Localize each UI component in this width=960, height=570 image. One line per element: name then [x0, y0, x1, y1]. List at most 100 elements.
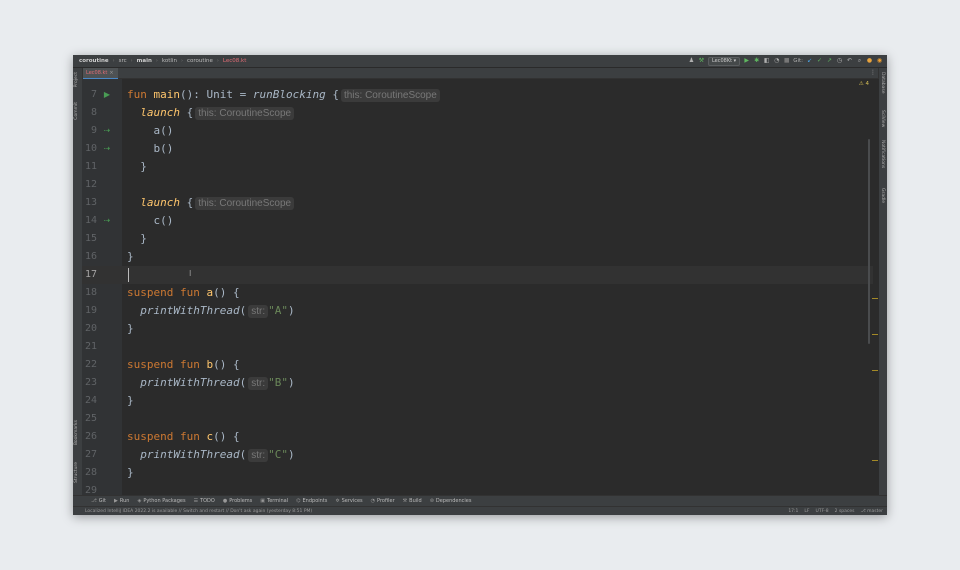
- line-separator[interactable]: LF: [804, 507, 809, 515]
- code-line[interactable]: 7 ▶ fun main(): Unit = runBlocking {this: …: [82, 86, 873, 104]
- indent-setting[interactable]: 2 spaces: [835, 507, 855, 515]
- tool-tab-project[interactable]: Project: [74, 72, 79, 87]
- build-hammer-icon[interactable]: ⚒: [698, 55, 705, 67]
- breadcrumb-item[interactable]: main: [136, 58, 153, 64]
- tool-tab-sciview[interactable]: SciView: [880, 110, 885, 127]
- code-text: b(): [127, 140, 173, 158]
- breadcrumb-item[interactable]: kotlin: [161, 58, 178, 64]
- error-stripe-mark[interactable]: [872, 298, 878, 299]
- profile-icon[interactable]: ◔: [773, 55, 780, 67]
- user-icon[interactable]: ♟: [688, 55, 695, 67]
- plugin-logo-icon[interactable]: ◉: [876, 55, 883, 67]
- tool-window-dependencies[interactable]: ⊜ Dependencies: [430, 498, 472, 504]
- code-line[interactable]: 27 printWithThread(str: "C"): [82, 446, 873, 464]
- status-message[interactable]: Localized IntelliJ IDEA 2022.2 is availa…: [85, 507, 312, 515]
- git-branch[interactable]: ⎇ master: [861, 507, 884, 515]
- dependencies-icon: ⊜: [429, 498, 434, 504]
- update-icon[interactable]: ●: [866, 55, 873, 67]
- code-line[interactable]: 15 }: [82, 230, 873, 248]
- code-line[interactable]: 10 ⇢ b(): [82, 140, 873, 158]
- code-line[interactable]: 12: [82, 176, 873, 194]
- close-icon[interactable]: ×: [109, 70, 113, 76]
- line-number: 28: [84, 467, 97, 478]
- code-line[interactable]: 28}: [82, 464, 873, 482]
- tab-lec08[interactable]: Lec08.kt ×: [82, 68, 118, 79]
- code-line[interactable]: 18 suspend fun a() {: [82, 284, 873, 302]
- code-line[interactable]: 20}: [82, 320, 873, 338]
- tool-window-endpoints[interactable]: ⌬ Endpoints: [296, 498, 327, 504]
- tool-tab-database[interactable]: Database: [880, 72, 885, 93]
- tool-window-todo[interactable]: ☰ TODO: [194, 498, 215, 504]
- breadcrumb-file[interactable]: Lec08.kt: [222, 58, 247, 64]
- status-widgets: 17:1 LF UTF-8 2 spaces ⎇ master: [788, 507, 883, 515]
- code-line[interactable]: 25: [82, 410, 873, 428]
- editor-scrollbar[interactable]: [868, 139, 870, 344]
- error-stripe-mark[interactable]: [872, 370, 878, 371]
- search-icon[interactable]: ⌕: [856, 55, 863, 67]
- code-line[interactable]: 13 launch {this: CoroutineScope: [82, 194, 873, 212]
- code-line[interactable]: 14 ⇢ c(): [82, 212, 873, 230]
- history-icon[interactable]: ◷: [836, 55, 843, 67]
- main-toolbar: ♟ ⚒ Lec08Kt ▾ ▶ ✱ ◧ ◔ ■ Git: ↙ ✓ ↗ ◷ ↶ ⌕…: [688, 55, 883, 67]
- tool-window-profiler[interactable]: ◔ Profiler: [371, 498, 395, 504]
- tool-window-services[interactable]: ✲ Services: [335, 498, 362, 504]
- error-stripe-mark[interactable]: [872, 334, 878, 335]
- tool-window-python-packages[interactable]: ◈ Python Packages: [137, 498, 185, 504]
- tool-tab-commit[interactable]: Commit: [74, 102, 79, 120]
- tool-window-run[interactable]: ▶ Run: [114, 498, 129, 504]
- suspend-call-icon[interactable]: ⇢: [102, 212, 112, 230]
- run-icon[interactable]: ▶: [743, 55, 750, 67]
- stop-icon[interactable]: ■: [783, 55, 790, 67]
- line-number: 16: [84, 251, 97, 262]
- tool-window-label: Git: [98, 498, 106, 504]
- tool-tab-structure[interactable]: Structure: [74, 462, 79, 483]
- code-line[interactable]: 16}: [82, 248, 873, 266]
- git-commit-icon[interactable]: ✓: [816, 55, 823, 67]
- code-line[interactable]: 21: [82, 338, 873, 356]
- code-line[interactable]: 22 suspend fun b() {: [82, 356, 873, 374]
- tool-window-label: TODO: [200, 498, 215, 504]
- code-line[interactable]: 6: [82, 79, 873, 86]
- tool-window-terminal[interactable]: ▣ Terminal: [260, 498, 288, 504]
- tool-tab-bookmarks[interactable]: Bookmarks: [74, 420, 79, 445]
- git-update-icon[interactable]: ↙: [806, 55, 813, 67]
- breadcrumb-item[interactable]: coroutine: [186, 58, 214, 64]
- caret-position[interactable]: 17:1: [788, 507, 798, 515]
- inspection-widget[interactable]: ⚠ 4: [859, 81, 869, 87]
- code-line[interactable]: 11 }: [82, 158, 873, 176]
- code-line[interactable]: 29: [82, 482, 873, 495]
- code-line[interactable]: 19 printWithThread(str: "A"): [82, 302, 873, 320]
- tool-window-problems[interactable]: ● Problems: [223, 498, 252, 504]
- breadcrumb-separator: ›: [180, 58, 183, 64]
- suspend-call-icon[interactable]: ⇢: [102, 122, 112, 140]
- file-encoding[interactable]: UTF-8: [816, 507, 829, 515]
- code-line[interactable]: 23 printWithThread(str: "B"): [82, 374, 873, 392]
- tool-tab-gradle[interactable]: Gradle: [880, 188, 885, 203]
- rollback-icon[interactable]: ↶: [846, 55, 853, 67]
- code-line[interactable]: 24}: [82, 392, 873, 410]
- inlay-hint: str:: [248, 449, 269, 462]
- breadcrumb-item[interactable]: src: [118, 58, 128, 64]
- code-line[interactable]: 9 ⇢ a(): [82, 122, 873, 140]
- code-text: }: [127, 320, 134, 338]
- tool-window-build[interactable]: ⚒ Build: [403, 498, 422, 504]
- suspend-call-icon[interactable]: ⇢: [102, 140, 112, 158]
- tool-tab-notifications[interactable]: Notifications: [880, 140, 885, 168]
- run-gutter-icon[interactable]: ▶: [102, 86, 112, 104]
- code-line[interactable]: 8 launch {this: CoroutineScope: [82, 104, 873, 122]
- git-push-icon[interactable]: ↗: [826, 55, 833, 67]
- breadcrumb-item[interactable]: coroutine: [78, 58, 110, 64]
- code-editor[interactable]: 67▶fun main(): Unit = runBlocking {this:…: [82, 79, 879, 495]
- tool-window-git[interactable]: ⎇ Git: [91, 498, 106, 504]
- more-vertical-icon[interactable]: ⋮: [870, 68, 876, 78]
- run-configuration-select[interactable]: Lec08Kt ▾: [707, 56, 741, 66]
- error-stripe-mark[interactable]: [872, 460, 878, 461]
- code-line[interactable]: 26 suspend fun c() {: [82, 428, 873, 446]
- coverage-icon[interactable]: ◧: [763, 55, 770, 67]
- debug-icon[interactable]: ✱: [753, 55, 760, 67]
- code-text: c(): [127, 212, 173, 230]
- code-line[interactable]: 17 I: [82, 266, 873, 284]
